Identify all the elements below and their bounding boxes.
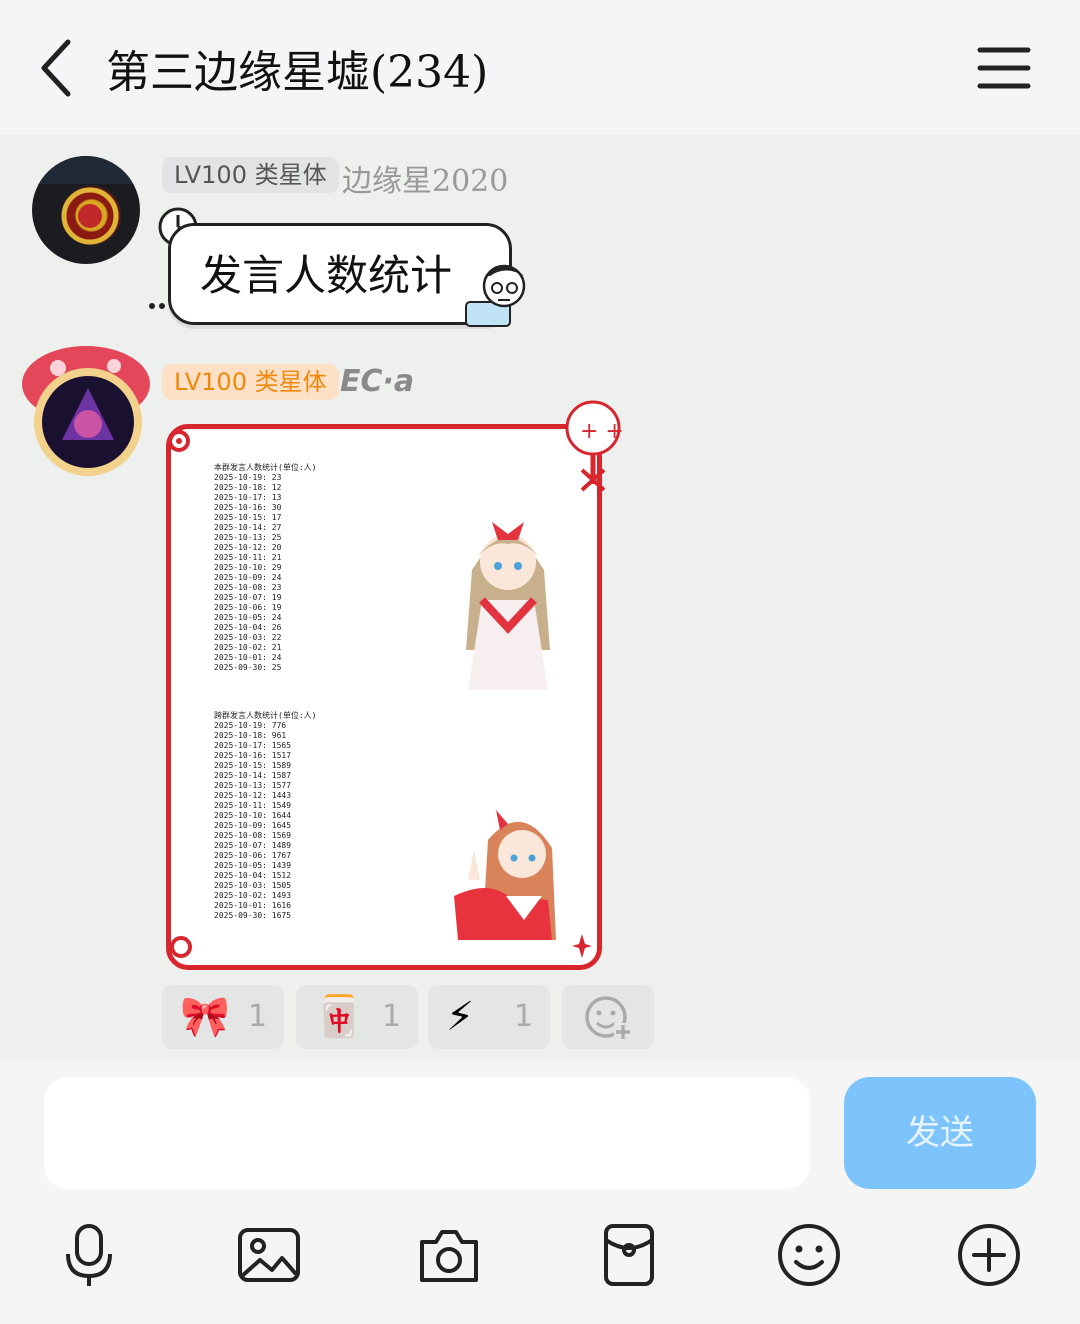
message-text: 发言人数统计: [200, 251, 453, 300]
message-input[interactable]: [44, 1077, 810, 1189]
stats-line: 2025-10-02: 1493: [214, 891, 292, 900]
stats-line: 2025-10-09: 24: [214, 573, 282, 582]
stats-line: 2025-10-06: 1767: [214, 851, 292, 860]
stats-line: 2025-10-03: 1505: [214, 881, 292, 890]
stats-line: 2025-10-12: 20: [214, 543, 282, 552]
level-badge: LV100 类星体: [162, 157, 339, 193]
stats-line: 2025-10-15: 1589: [214, 761, 292, 770]
stats-title: 跨群发言人数统计(单位:人): [214, 711, 317, 720]
image-icon[interactable]: [236, 1222, 302, 1288]
reaction-count: 1: [382, 999, 402, 1034]
add-emoji-icon: [585, 996, 632, 1041]
stats-line: 2025-10-16: 1517: [214, 751, 292, 760]
corner-swirl-icon: [170, 936, 192, 958]
sender-name[interactable]: 边缘星2020: [342, 156, 508, 200]
stats-line: 2025-10-12: 1443: [214, 791, 292, 800]
mahjong-emoji-icon: 🀄: [314, 994, 364, 1040]
anime-girl-peace-illustration: [454, 810, 556, 940]
stats-line: 2025-10-18: 12: [214, 483, 282, 492]
stats-line: 2025-10-06: 19: [214, 603, 282, 612]
stats-title: 本群发言人数统计(单位:人): [214, 463, 317, 472]
stats-line: 2025-10-11: 1549: [214, 801, 292, 810]
stats-list: 2025-10-19: 23 2025-10-18: 12 2025-10-17…: [214, 473, 281, 673]
mic-icon[interactable]: [56, 1222, 122, 1288]
stats-line: 2025-10-04: 1512: [214, 871, 292, 880]
reaction-chip[interactable]: 🎀 1: [162, 985, 284, 1049]
plus-icon[interactable]: [956, 1222, 1022, 1288]
stats-line: 2025-10-17: 1565: [214, 741, 292, 750]
stats-line: 2025-10-04: 26: [214, 623, 282, 632]
level-badge: LV100 类星体: [162, 364, 339, 400]
stats-line: 2025-10-14: 1587: [214, 771, 292, 780]
sender-name[interactable]: EC·a: [340, 364, 414, 399]
svg-text:+ +: + +: [580, 419, 624, 444]
red-packet-icon[interactable]: [596, 1222, 662, 1288]
stats-line: 2025-10-09: 1645: [214, 821, 292, 830]
stats-list: 2025-10-19: 776 2025-10-18: 961 2025-10-…: [214, 721, 291, 921]
stats-line: 2025-10-01: 1616: [214, 901, 292, 910]
reaction-count: 1: [248, 999, 268, 1034]
stats-line: 2025-10-13: 25: [214, 533, 282, 542]
glasses-guy-sticker-icon: [465, 264, 526, 327]
mushroom-frame-avatar-icon: [22, 346, 150, 476]
reaction-count: 1: [514, 999, 534, 1034]
stats-line: 2025-10-05: 1439: [214, 861, 292, 870]
stats-line: 2025-10-03: 22: [214, 633, 282, 642]
stats-line: 2025-09-30: 1675: [214, 911, 292, 920]
add-reaction-button[interactable]: [562, 985, 654, 1049]
stats-line: 2025-10-15: 17: [214, 513, 282, 522]
stats-line: 2025-10-08: 23: [214, 583, 282, 592]
stats-line: 2025-10-10: 1644: [214, 811, 292, 820]
badge-emblem-icon: [32, 156, 140, 245]
emoji-icon[interactable]: [776, 1222, 842, 1288]
stats-line: 2025-10-05: 24: [214, 613, 282, 622]
stats-line: 2025-10-13: 1577: [214, 781, 292, 790]
dots-decoration-icon: [149, 303, 165, 309]
stats-line: 2025-10-01: 24: [214, 653, 282, 662]
stats-line: 2025-10-11: 21: [214, 553, 282, 562]
avatar[interactable]: [18, 340, 154, 482]
chat-title: 第三边缘星墟(234): [106, 47, 489, 98]
corner-swirl-icon: [168, 430, 190, 452]
stats-line: 2025-10-08: 1569: [214, 831, 292, 840]
stats-line: 2025-10-07: 19: [214, 593, 282, 602]
knot-charm-icon: + +: [565, 400, 624, 492]
stats-line: 2025-10-18: 961: [214, 731, 287, 740]
sparkle-icon: [572, 934, 592, 958]
send-button[interactable]: 发送: [844, 1077, 1036, 1189]
camera-icon[interactable]: [416, 1222, 482, 1288]
stats-line: 2025-09-30: 25: [214, 663, 282, 672]
stats-line: 2025-10-19: 776: [214, 721, 287, 730]
stats-line: 2025-10-14: 27: [214, 523, 282, 532]
lightning-emoji-icon: ⚡: [446, 994, 475, 1040]
anime-girl-illustration: [466, 522, 550, 690]
back-arrow-icon[interactable]: [36, 38, 80, 98]
menu-icon[interactable]: [976, 46, 1032, 90]
reaction-chip[interactable]: 🀄 1: [296, 985, 418, 1049]
stats-line: 2025-10-17: 13: [214, 493, 282, 502]
reaction-chip[interactable]: ⚡ 1: [428, 985, 550, 1049]
stats-line: 2025-10-02: 21: [214, 643, 282, 652]
stats-line: 2025-10-07: 1489: [214, 841, 292, 850]
avatar[interactable]: [32, 156, 140, 264]
bow-emoji-icon: 🎀: [180, 994, 230, 1040]
stats-line: 2025-10-19: 23: [214, 473, 282, 482]
stats-line: 2025-10-10: 29: [214, 563, 282, 572]
stats-line: 2025-10-16: 30: [214, 503, 282, 512]
